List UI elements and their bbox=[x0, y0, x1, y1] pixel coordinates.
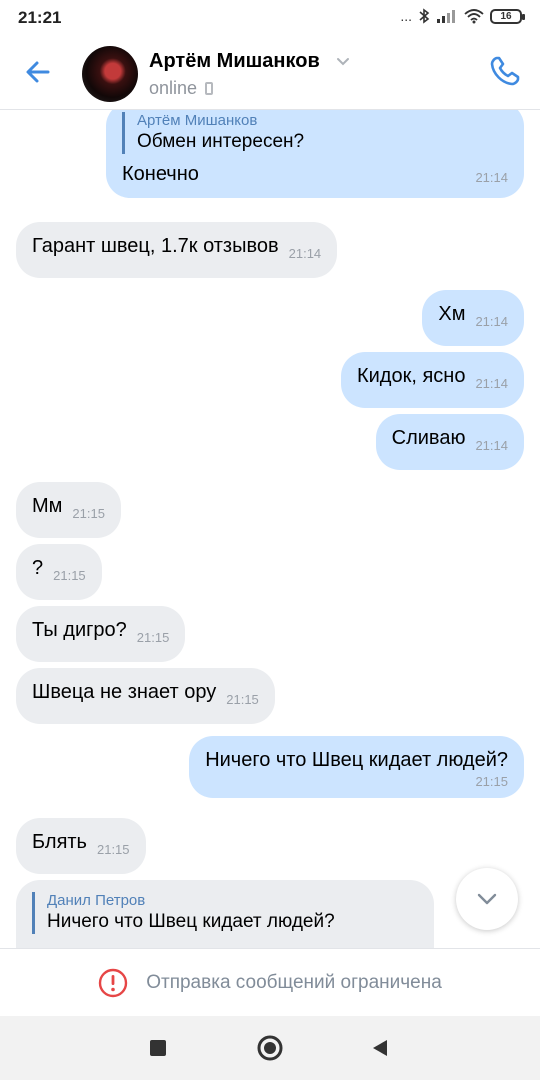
message-time: 21:15 bbox=[72, 506, 105, 521]
contact-name[interactable]: Артём Мишанков bbox=[149, 50, 320, 73]
message-incoming[interactable]: Данил Петров Ничего что Швец кидает люде… bbox=[16, 880, 434, 948]
reply-quote[interactable]: Артём Мишанков Обмен интересен? bbox=[122, 112, 508, 154]
chevron-down-icon[interactable] bbox=[336, 54, 350, 68]
message-incoming[interactable]: Швеца не знает ору 21:15 bbox=[16, 668, 275, 724]
message-time: 21:14 bbox=[475, 314, 508, 329]
message-incoming[interactable]: Ты дигро? 21:15 bbox=[16, 606, 186, 662]
avatar[interactable] bbox=[82, 46, 138, 102]
system-nav-bar bbox=[0, 1016, 540, 1080]
bluetooth-icon bbox=[419, 8, 430, 24]
cell-signal-icon bbox=[437, 10, 455, 23]
square-icon bbox=[150, 1040, 166, 1056]
reply-text: Ничего что Швец кидает людей? bbox=[47, 911, 335, 932]
message-incoming[interactable]: Гарант швец, 1.7к отзывов 21:14 bbox=[16, 222, 338, 278]
recents-button[interactable] bbox=[144, 1034, 172, 1062]
battery-icon: 16 bbox=[490, 8, 525, 24]
message-text: Конечно bbox=[122, 163, 199, 185]
message-outgoing[interactable]: Ничего что Швец кидает людей? 21:15 bbox=[189, 736, 524, 798]
chevron-down-icon bbox=[477, 893, 497, 905]
message-time: 21:14 bbox=[475, 376, 508, 391]
exclamation-circle-icon bbox=[99, 968, 128, 997]
restricted-notice-text: Отправка сообщений ограничена bbox=[146, 971, 442, 993]
message-time: 21:14 bbox=[475, 170, 508, 185]
status-time: 21:21 bbox=[18, 8, 62, 27]
arrow-left-icon[interactable] bbox=[22, 56, 54, 88]
notification-dots: ... bbox=[400, 8, 412, 24]
message-text: Ничего что Швец кидает людей? bbox=[205, 749, 508, 771]
status-bar: 21:21 ... 16 bbox=[0, 0, 540, 36]
message-text: Ты дигро? bbox=[32, 619, 127, 641]
back-button[interactable] bbox=[366, 1034, 394, 1062]
message-incoming[interactable]: Мм 21:15 bbox=[16, 482, 121, 538]
message-outgoing[interactable]: Кидок, ясно 21:14 bbox=[340, 352, 524, 408]
message-incoming[interactable]: ? 21:15 bbox=[16, 544, 102, 600]
chat-header: Артём Мишанков online bbox=[0, 36, 540, 110]
message-text: Блять bbox=[32, 831, 87, 853]
message-time: 21:15 bbox=[53, 568, 86, 583]
message-text: Хм bbox=[438, 303, 466, 325]
mobile-icon bbox=[205, 82, 214, 95]
reply-text: Обмен интересен? bbox=[137, 131, 305, 152]
reply-quote[interactable]: Данил Петров Ничего что Швец кидает люде… bbox=[32, 892, 418, 934]
message-time: 21:15 bbox=[96, 842, 130, 857]
wifi-icon bbox=[464, 9, 484, 24]
message-time: 21:15 bbox=[136, 630, 170, 645]
messaging-restricted-banner: Отправка сообщений ограничена bbox=[0, 948, 540, 1016]
message-time: 21:15 bbox=[226, 692, 259, 707]
home-button[interactable] bbox=[256, 1034, 284, 1062]
message-outgoing[interactable]: Сливаю 21:14 bbox=[375, 414, 524, 470]
contact-status: online bbox=[149, 78, 214, 99]
message-time: 21:15 bbox=[475, 774, 508, 789]
message-text: Мм bbox=[32, 495, 63, 517]
status-icons: ... 16 bbox=[400, 8, 525, 24]
battery-level: 16 bbox=[500, 10, 512, 22]
message-outgoing[interactable]: Артём Мишанков Обмен интересен? Конечно … bbox=[106, 110, 524, 198]
message-text: Кидок, ясно bbox=[356, 365, 466, 387]
scroll-down-button[interactable] bbox=[456, 868, 518, 930]
message-feed[interactable]: Артём Мишанков Обмен интересен? Конечно … bbox=[0, 110, 540, 948]
message-text: Сливаю bbox=[391, 427, 466, 449]
message-text: Гарант швец, 1.7к отзывов bbox=[32, 235, 279, 257]
message-time: 21:14 bbox=[288, 246, 322, 261]
message-outgoing[interactable]: Хм 21:14 bbox=[422, 290, 524, 346]
phone-icon[interactable] bbox=[488, 54, 522, 88]
reply-author: Данил Петров bbox=[47, 892, 146, 909]
circle-icon bbox=[257, 1035, 283, 1061]
message-text: ? bbox=[32, 557, 44, 579]
message-incoming[interactable]: Блять 21:15 bbox=[16, 818, 146, 874]
message-time: 21:14 bbox=[475, 438, 508, 453]
contact-status-text: online bbox=[149, 78, 198, 98]
reply-author: Артём Мишанков bbox=[137, 112, 258, 129]
message-text: Швеца не знает ору bbox=[32, 681, 217, 703]
triangle-back-icon bbox=[373, 1040, 387, 1056]
